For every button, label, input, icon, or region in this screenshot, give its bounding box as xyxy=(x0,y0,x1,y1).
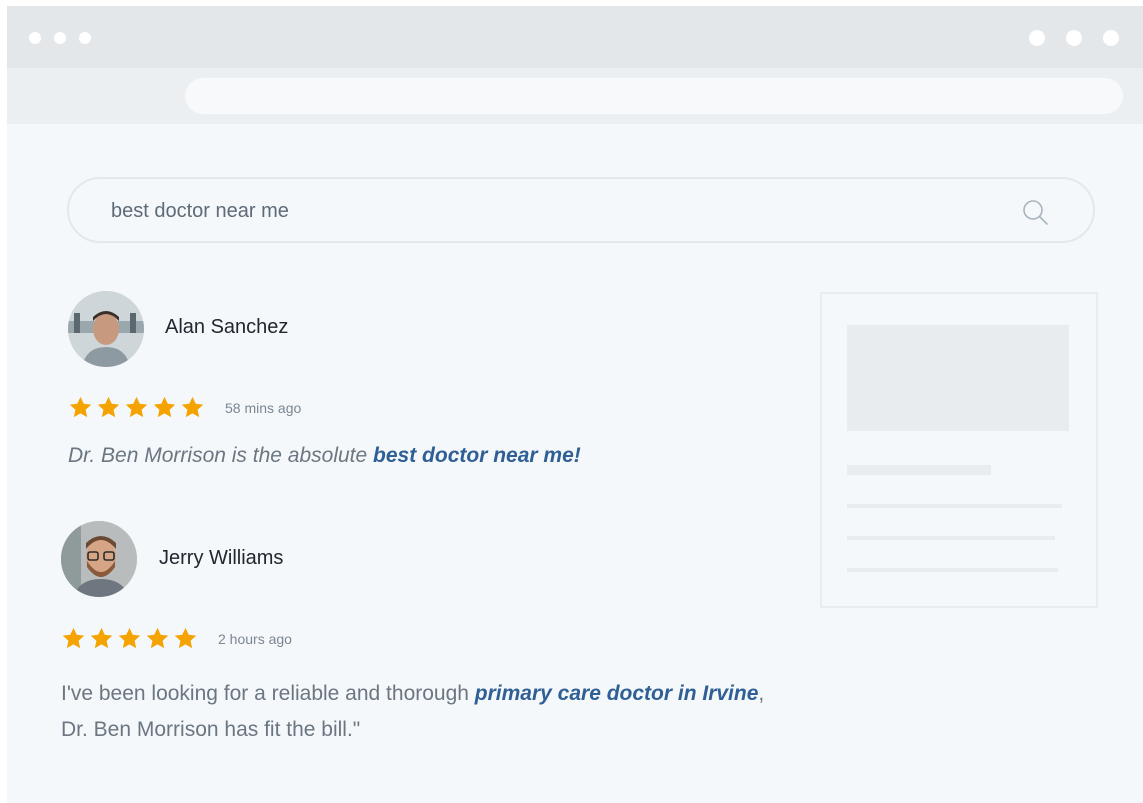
avatar xyxy=(68,291,144,367)
star-rating xyxy=(61,626,198,651)
window-control-icon[interactable] xyxy=(1103,30,1119,46)
text-line-placeholder xyxy=(847,568,1058,572)
star-rating xyxy=(68,395,205,420)
review-keyword-link[interactable]: best doctor near me! xyxy=(373,444,581,467)
star-icon xyxy=(181,396,204,418)
title-placeholder xyxy=(847,465,991,475)
window-dot-icon xyxy=(54,32,66,44)
star-icon xyxy=(62,627,85,649)
star-icon xyxy=(153,396,176,418)
text-line-placeholder xyxy=(847,536,1055,540)
text-line-placeholder xyxy=(847,504,1062,508)
reviewer-name: Jerry Williams xyxy=(159,547,284,569)
sidebar-card-placeholder xyxy=(820,292,1098,608)
window-dot-icon xyxy=(29,32,41,44)
review-timestamp: 58 mins ago xyxy=(225,400,302,416)
url-field[interactable] xyxy=(185,78,1123,114)
star-icon xyxy=(69,396,92,418)
star-icon xyxy=(97,396,120,418)
search-icon[interactable] xyxy=(1021,198,1049,226)
address-bar xyxy=(7,68,1143,124)
title-bar xyxy=(7,6,1143,68)
review-keyword-link[interactable]: primary care doctor in Irvine xyxy=(475,682,759,705)
review-text-before: I've been looking for a reliable and tho… xyxy=(61,682,475,705)
review-timestamp: 2 hours ago xyxy=(218,631,292,647)
star-icon xyxy=(90,627,113,649)
star-icon xyxy=(125,396,148,418)
reviewer-name: Alan Sanchez xyxy=(165,316,289,338)
image-placeholder xyxy=(847,325,1069,431)
star-icon xyxy=(174,627,197,649)
window-control-icon[interactable] xyxy=(1066,30,1082,46)
browser-window: best doctor near me Alan Sanchez 58 mins… xyxy=(7,6,1143,803)
search-box[interactable]: best doctor near me xyxy=(67,177,1095,243)
review-text: Dr. Ben Morrison is the absolute best do… xyxy=(68,444,581,468)
star-icon xyxy=(146,627,169,649)
avatar xyxy=(61,521,137,597)
review-text: I've been looking for a reliable and tho… xyxy=(61,676,781,748)
window-dot-icon xyxy=(79,32,91,44)
star-icon xyxy=(118,627,141,649)
window-control-icon[interactable] xyxy=(1029,30,1045,46)
review-text-before: Dr. Ben Morrison is the absolute xyxy=(68,444,374,467)
search-input[interactable]: best doctor near me xyxy=(111,200,289,223)
